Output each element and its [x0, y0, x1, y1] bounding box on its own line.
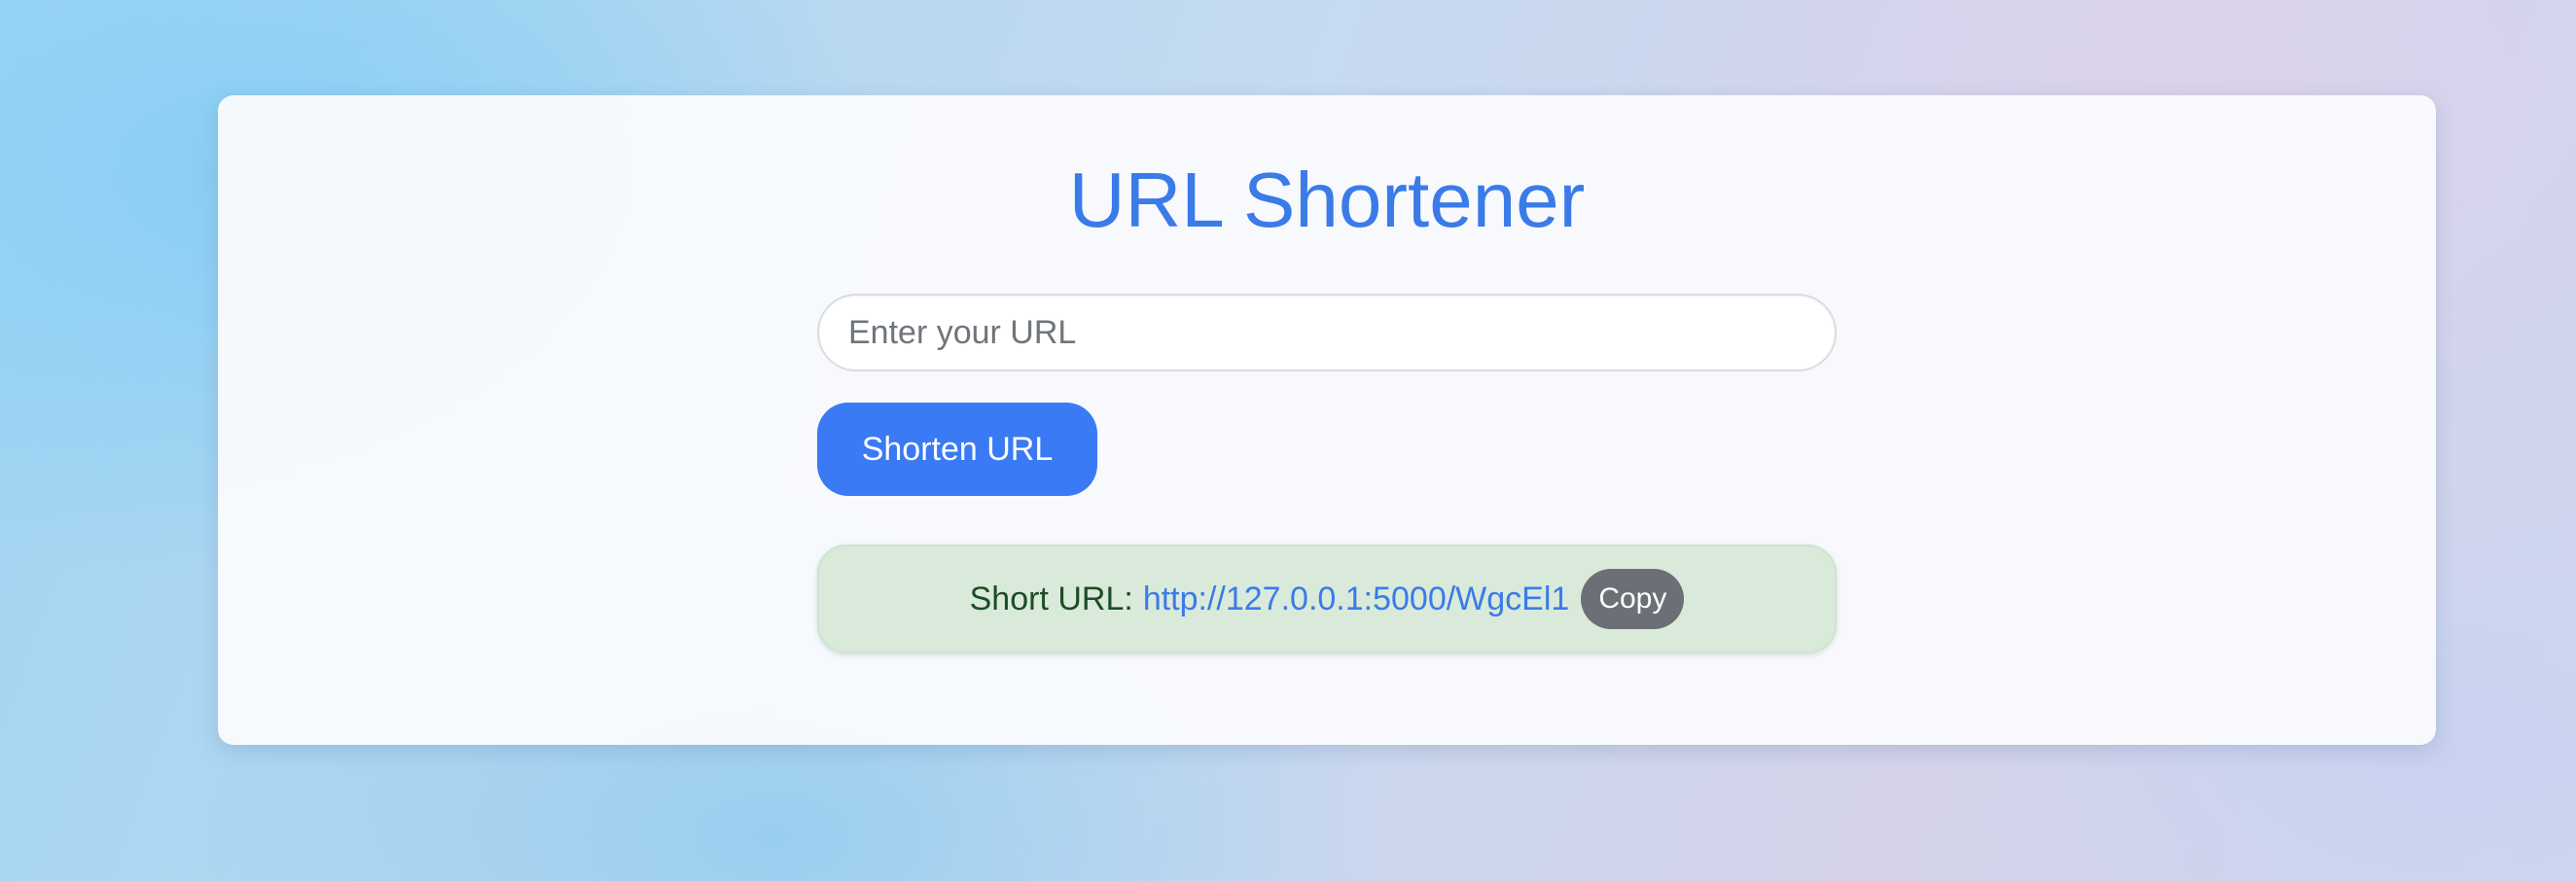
shortener-card: URL Shortener Shorten URL Short URL: htt… [218, 95, 2436, 745]
copy-button[interactable]: Copy [1581, 569, 1685, 629]
shorten-url-button[interactable]: Shorten URL [817, 403, 1097, 496]
short-url-result: Short URL: http://127.0.0.1:5000/WgcEl1 … [817, 545, 1837, 653]
short-url-label: Short URL: [969, 580, 1133, 617]
url-input[interactable] [817, 294, 1837, 371]
page-title: URL Shortener [1068, 157, 1586, 243]
short-url-link[interactable]: http://127.0.0.1:5000/WgcEl1 [1143, 581, 1570, 618]
